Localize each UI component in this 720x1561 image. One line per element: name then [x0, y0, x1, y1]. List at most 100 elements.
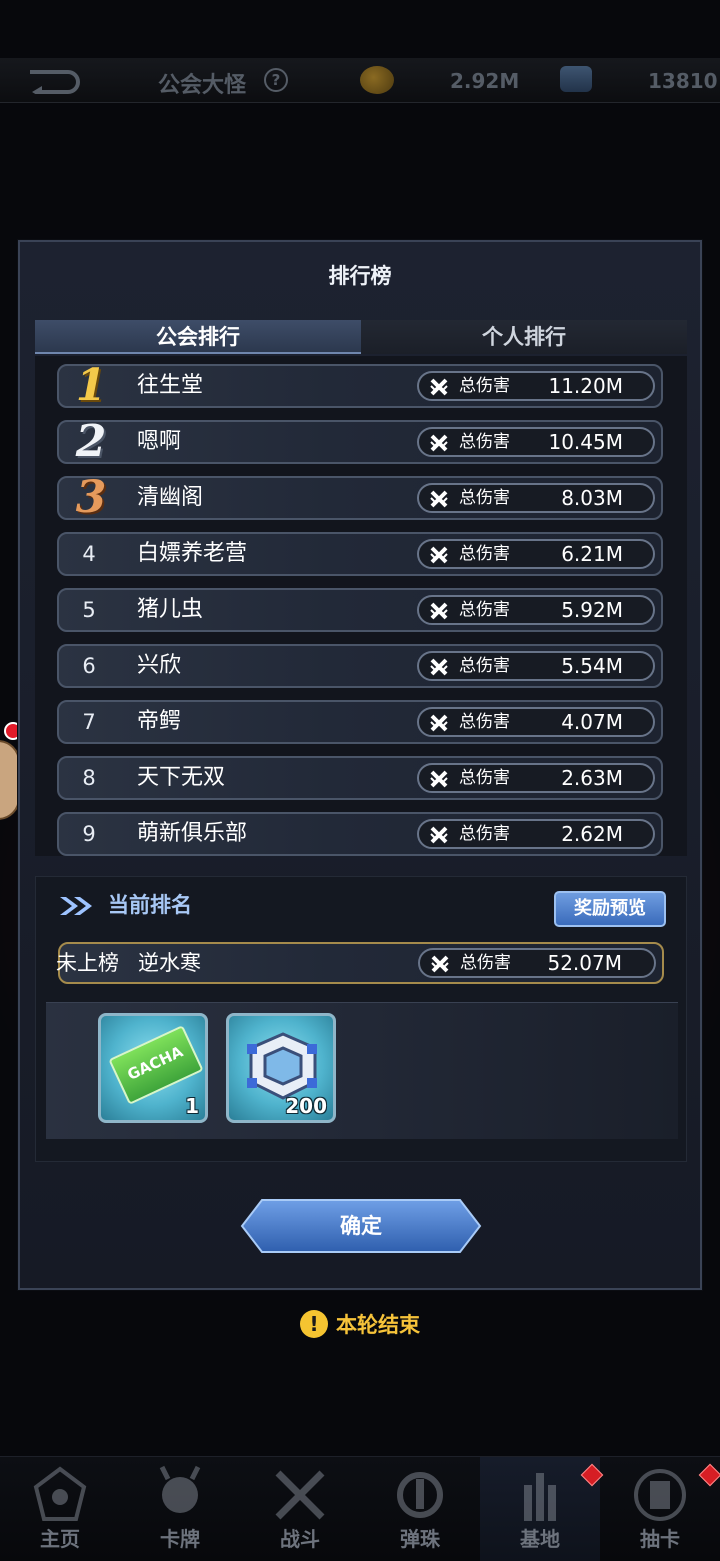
crossed-swords-icon — [430, 378, 448, 396]
guild-name: 清幽阁 — [137, 485, 204, 510]
nav-badge — [698, 1463, 720, 1487]
back-icon[interactable] — [28, 66, 82, 94]
damage-label: 总伤害 — [460, 953, 511, 973]
damage-pill: 总伤害 6.21M — [417, 539, 655, 569]
nav-label: 抽卡 — [640, 1527, 680, 1551]
home-icon — [33, 1466, 87, 1521]
leaderboard-dialog: 排行榜 公会排行 个人排行 1 往生堂 总伤害 11.20M 2 嗯啊 总伤害 … — [18, 240, 702, 1290]
ranking-status: 未上榜 — [56, 951, 119, 975]
damage-label: 总伤害 — [459, 376, 510, 396]
rank-number: 6 — [82, 654, 96, 678]
nav-base[interactable]: 基地 — [480, 1457, 604, 1561]
damage-label: 总伤害 — [459, 712, 510, 732]
nav-gacha[interactable]: 抽卡 — [600, 1457, 720, 1561]
damage-value: 2.63M — [561, 766, 623, 790]
nav-label: 基地 — [520, 1527, 560, 1551]
tab-guild-ranking[interactable]: 公会排行 — [35, 320, 361, 354]
rank-number: 5 — [82, 598, 96, 622]
damage-label: 总伤害 — [459, 600, 510, 620]
gacha-icon — [634, 1469, 686, 1521]
screen-title: 公会大怪 — [158, 73, 247, 98]
crossed-swords-icon — [431, 955, 449, 973]
gacha-ticket-icon: GACHA — [108, 1025, 204, 1105]
warning-icon: ! — [300, 1310, 328, 1338]
guild-name: 白嫖养老营 — [137, 541, 248, 566]
table-row: 5 猪儿虫 总伤害 5.92M — [57, 588, 663, 632]
table-row: 1 往生堂 总伤害 11.20M — [57, 360, 663, 411]
my-ranking-row: 未上榜 逆水寒 总伤害 52.07M — [56, 942, 664, 984]
nav-home[interactable]: 主页 — [0, 1457, 120, 1561]
item-quantity: 1 — [185, 1094, 199, 1118]
round-end-notice: ! 本轮结束 — [300, 1309, 420, 1339]
confirm-button[interactable]: 确定 — [240, 1198, 482, 1254]
damage-value: 8.03M — [561, 486, 623, 510]
damage-label: 总伤害 — [459, 432, 510, 452]
reward-preview-button[interactable]: 奖励预览 — [554, 891, 666, 927]
side-character-button[interactable] — [0, 740, 20, 820]
damage-pill: 总伤害 2.62M — [417, 819, 655, 849]
item-quantity: 200 — [285, 1094, 327, 1118]
bottom-nav: 主页 卡牌 战斗 弹珠 基地 抽卡 — [0, 1456, 720, 1561]
guild-name: 帝鳄 — [137, 709, 182, 734]
tab-bar: 公会排行 个人排行 — [35, 320, 687, 354]
round-end-text: 本轮结束 — [336, 1313, 420, 1337]
damage-value: 2.62M — [561, 822, 623, 846]
rank-number: 8 — [82, 766, 96, 790]
rank-number: 9 — [82, 822, 96, 846]
nav-label: 战斗 — [280, 1527, 320, 1551]
card-icon — [159, 1465, 201, 1513]
crossed-swords-icon — [430, 658, 448, 676]
nav-pinball[interactable]: 弹珠 — [360, 1457, 480, 1561]
confirm-label: 确定 — [340, 1214, 382, 1238]
damage-value: 4.07M — [561, 710, 623, 734]
dialog-title: 排行榜 — [328, 264, 392, 288]
damage-label: 总伤害 — [459, 488, 510, 508]
damage-pill: 总伤害 5.92M — [417, 595, 655, 625]
table-row: 4 白嫖养老营 总伤害 6.21M — [57, 532, 663, 576]
rank-1-medal-icon: 1 — [75, 360, 107, 411]
damage-label: 总伤害 — [459, 824, 510, 844]
damage-value: 11.20M — [548, 374, 623, 398]
double-chevron-icon — [60, 897, 92, 915]
crossed-swords-icon — [430, 434, 448, 452]
damage-value: 6.21M — [561, 542, 623, 566]
reward-tray: GACHA 1 200 — [46, 1002, 678, 1139]
reward-item[interactable]: 200 — [226, 1013, 336, 1123]
damage-value: 5.54M — [561, 654, 623, 678]
help-icon[interactable]: ? — [264, 68, 288, 92]
gem-icon[interactable] — [560, 66, 592, 92]
table-row: 3 清幽阁 总伤害 8.03M — [57, 472, 663, 523]
damage-label: 总伤害 — [459, 768, 510, 788]
nav-label: 卡牌 — [160, 1527, 200, 1551]
rank-2-medal-icon: 2 — [75, 416, 107, 467]
tab-personal-ranking[interactable]: 个人排行 — [361, 320, 687, 354]
damage-label: 总伤害 — [459, 544, 510, 564]
crossed-swords-icon — [430, 602, 448, 620]
nav-battle[interactable]: 战斗 — [240, 1457, 360, 1561]
damage-value: 52.07M — [547, 951, 622, 975]
crossed-swords-icon — [430, 714, 448, 732]
rank-3-medal-icon: 3 — [75, 472, 107, 523]
guild-name: 天下无双 — [137, 765, 226, 790]
rank-number: 4 — [82, 542, 96, 566]
damage-pill: 总伤害 5.54M — [417, 651, 655, 681]
pinball-icon — [397, 1472, 443, 1518]
damage-pill: 总伤害 2.63M — [417, 763, 655, 793]
top-bar: 公会大怪 ? 2.92M 13810 — [0, 58, 720, 103]
rank-number: 7 — [82, 710, 96, 734]
guild-name: 萌新俱乐部 — [137, 821, 248, 846]
gem-count: 13810 — [648, 69, 718, 93]
my-guild-name: 逆水寒 — [138, 951, 201, 975]
crossed-swords-icon — [430, 490, 448, 508]
table-row: 8 天下无双 总伤害 2.63M — [57, 756, 663, 800]
guild-name: 兴欣 — [137, 653, 182, 678]
nav-cards[interactable]: 卡牌 — [120, 1457, 240, 1561]
nav-label: 弹珠 — [400, 1527, 440, 1551]
coin-count: 2.92M — [450, 69, 520, 93]
ranking-list[interactable]: 1 往生堂 总伤害 11.20M 2 嗯啊 总伤害 10.45M 3 清幽阁 总… — [35, 356, 687, 856]
guild-name: 往生堂 — [137, 373, 204, 398]
reward-item[interactable]: GACHA 1 — [98, 1013, 208, 1123]
damage-value: 5.92M — [561, 598, 623, 622]
damage-pill: 总伤害 11.20M — [417, 371, 655, 401]
current-ranking-panel: 当前排名 奖励预览 未上榜 逆水寒 总伤害 52.07M GACHA 1 200 — [35, 876, 687, 1162]
